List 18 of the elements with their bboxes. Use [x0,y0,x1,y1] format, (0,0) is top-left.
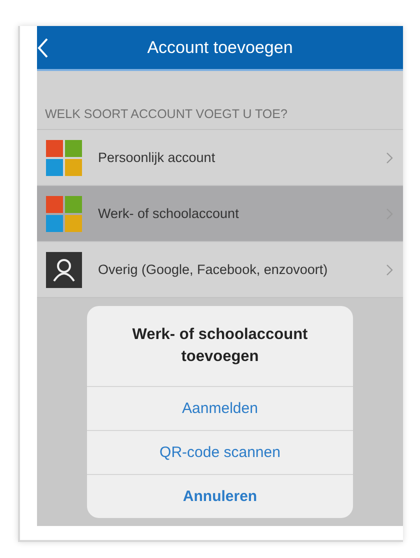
windows-logo-icon [46,196,82,232]
chevron-icon [386,264,393,276]
person-icon [46,252,82,288]
chevron-icon [386,152,393,164]
option-label: Overig (Google, Facebook, enzovoort) [98,262,329,277]
account-option[interactable]: Werk- of schoolaccount [37,185,403,241]
screen-title: Account toevoegen [147,38,293,58]
dialog-title: Werk- of schoolaccount toevoegen [131,325,309,367]
option-label: Werk- of schoolaccount [98,206,240,221]
dialog-action[interactable]: QR-code scannen [87,430,353,474]
dialog-action[interactable]: Aanmelden [87,386,353,430]
back-icon[interactable] [37,38,49,58]
section-label: WELK SOORT ACCOUNT VOEGT U TOE? [37,71,403,129]
windows-logo-icon [46,140,82,176]
dialog-action[interactable]: Annuleren [87,474,353,518]
account-option[interactable]: Persoonlijk account [37,129,403,185]
account-option[interactable]: Overig (Google, Facebook, enzovoort) [37,241,403,297]
option-label: Persoonlijk account [98,150,216,165]
